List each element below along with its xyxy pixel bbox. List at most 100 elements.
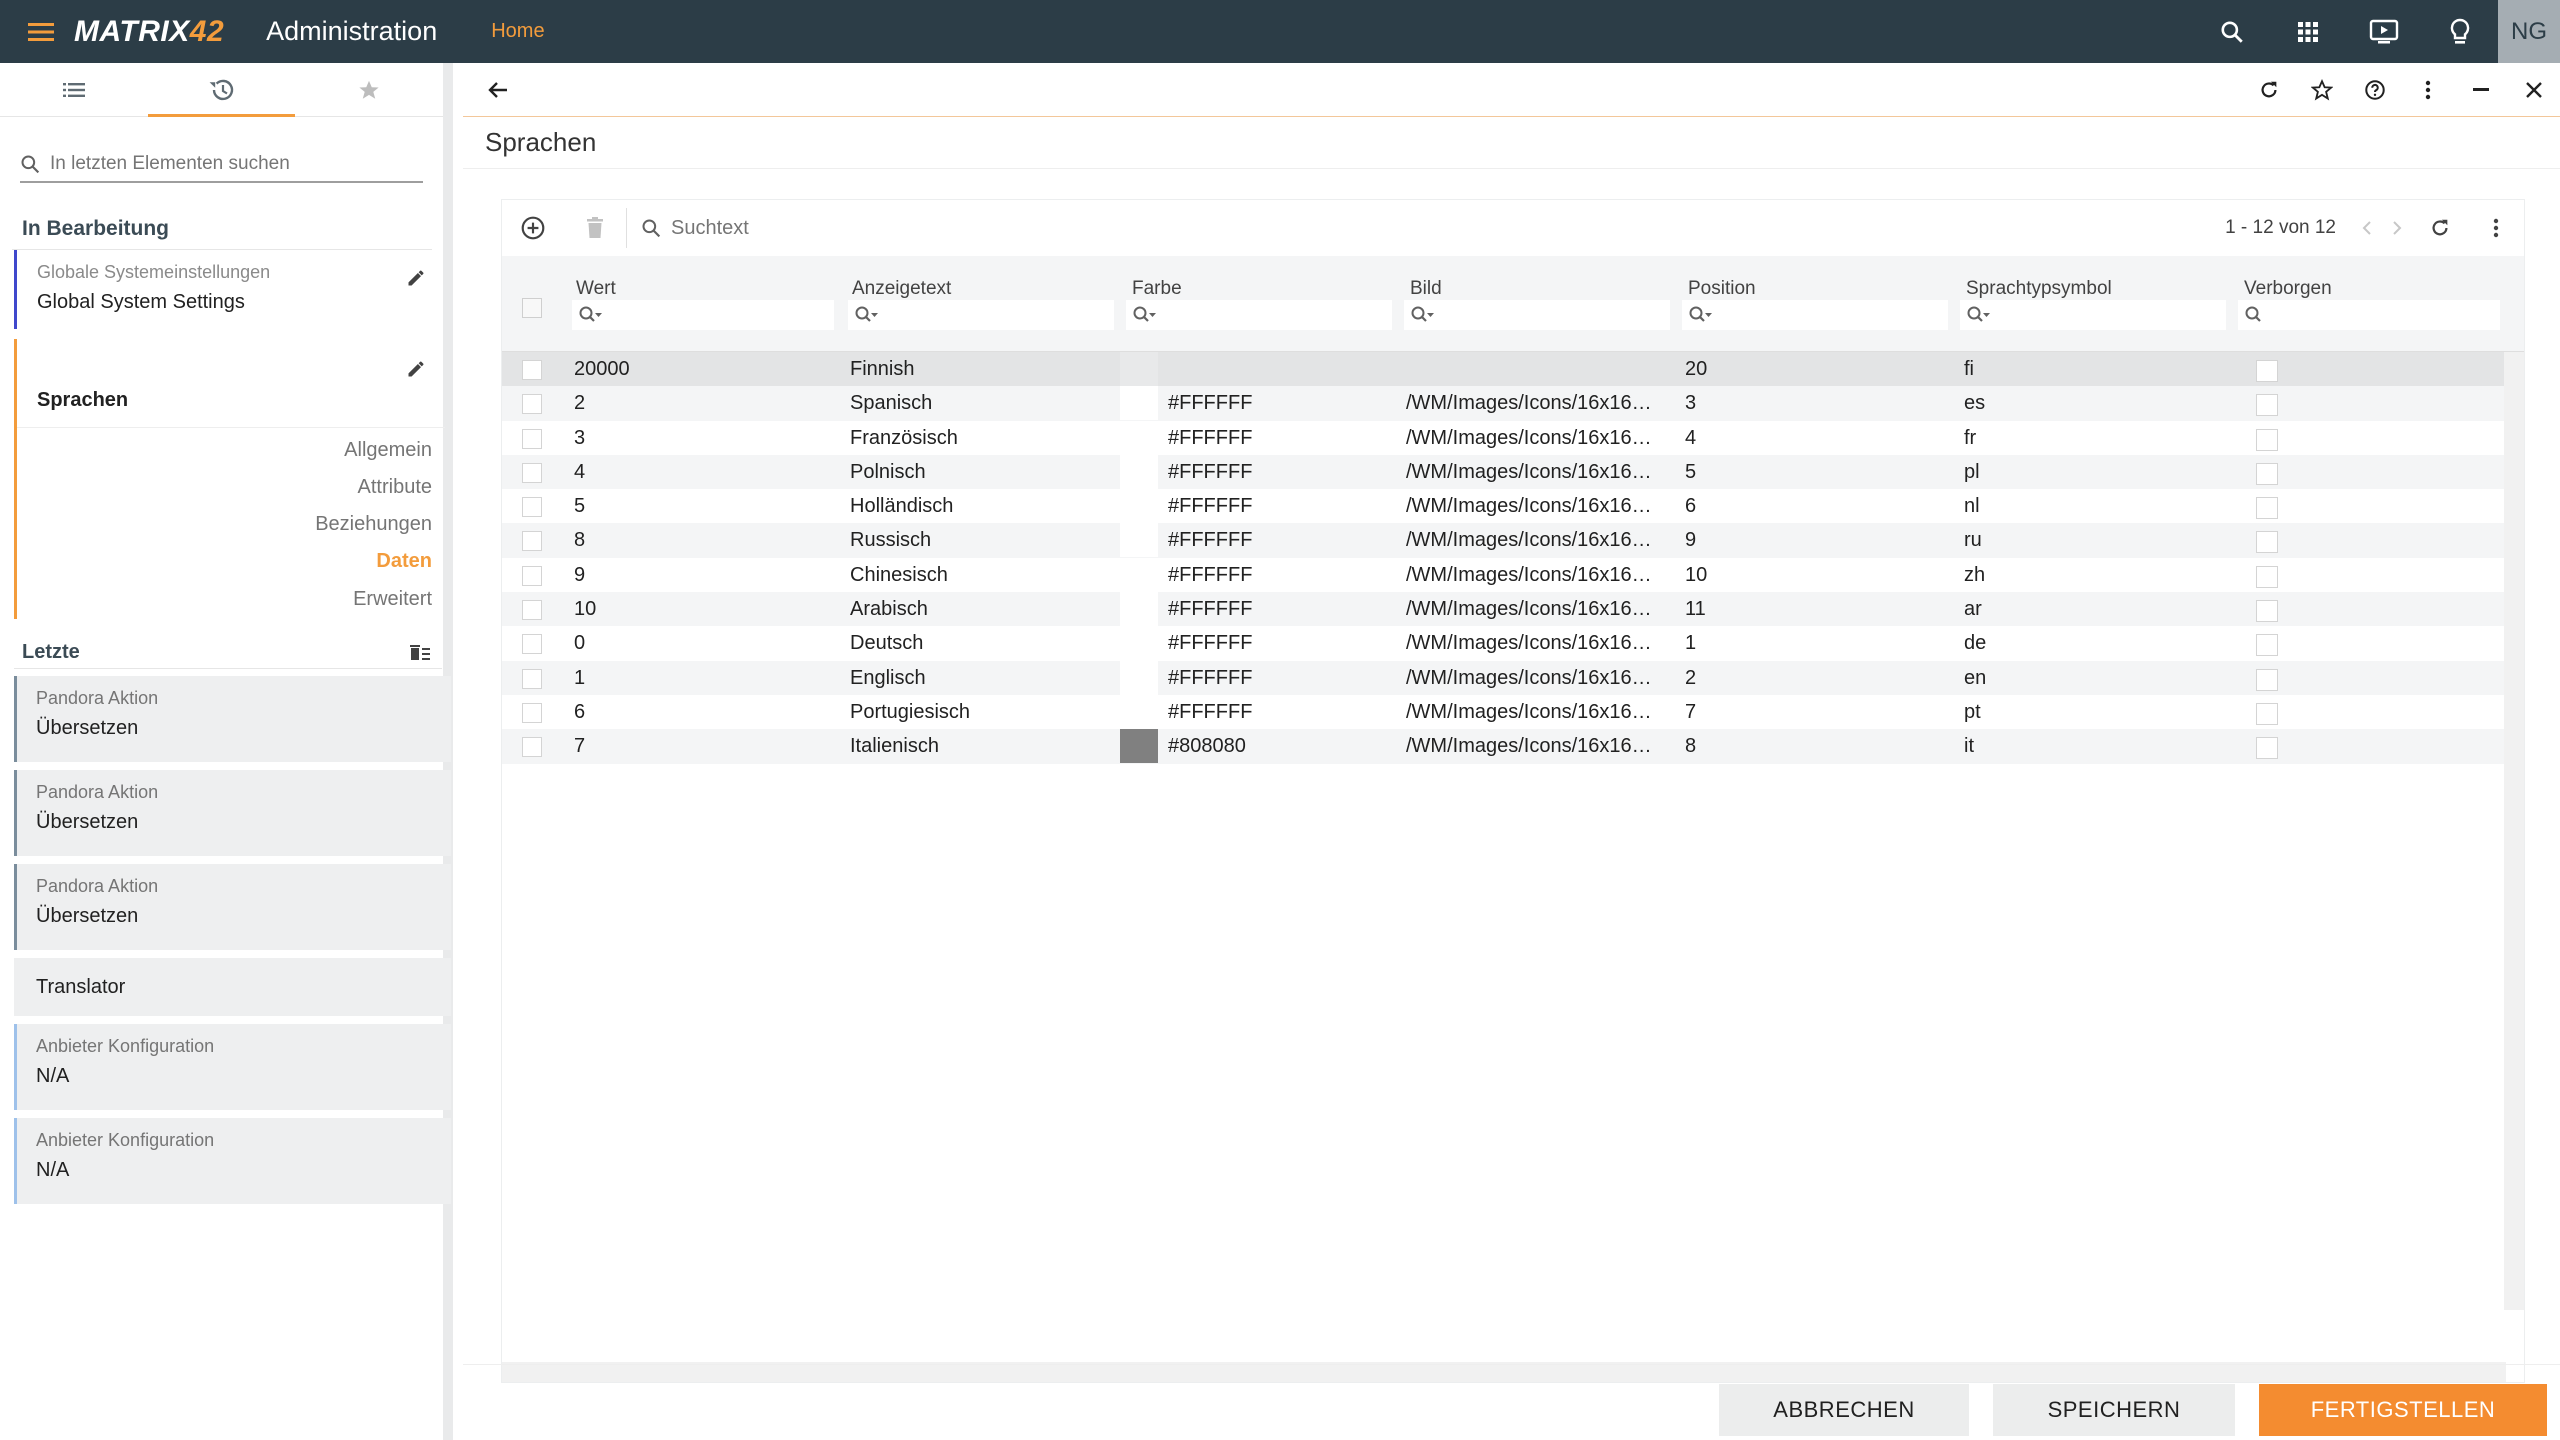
hidden-checkbox[interactable] xyxy=(2256,360,2278,382)
cell-sprachtypsymbol[interactable]: nl xyxy=(1964,495,2224,518)
subnav-daten[interactable]: Daten xyxy=(376,550,432,573)
table-row[interactable]: 8 Russisch #FFFFFF/WM/Images/Icons/16x16… 9… xyxy=(502,523,2506,558)
home-link[interactable]: Home xyxy=(491,20,544,43)
pencil-icon[interactable] xyxy=(406,268,426,288)
cell-sprachtypsymbol[interactable]: es xyxy=(1964,392,2224,415)
grid-more-icon[interactable] xyxy=(2468,200,2524,256)
cell-anzeigetext[interactable]: Polnisch xyxy=(850,461,1110,484)
row-checkbox[interactable] xyxy=(522,394,542,415)
vertical-scrollbar[interactable] xyxy=(2504,352,2524,1310)
cell-farbe[interactable]: #808080 xyxy=(1168,735,1378,758)
row-checkbox[interactable] xyxy=(522,702,542,723)
cell-position[interactable]: 20 xyxy=(1685,358,1945,381)
table-row[interactable]: 6 Portugiesisch #FFFFFF/WM/Images/Icons/16… xyxy=(502,694,2506,729)
select-all-checkbox[interactable] xyxy=(522,298,542,318)
cell-anzeigetext[interactable]: Italienisch xyxy=(850,735,1110,758)
cell-position[interactable]: 2 xyxy=(1685,667,1945,690)
cell-position[interactable]: 3 xyxy=(1685,392,1945,415)
filter-verborgen[interactable] xyxy=(2238,300,2500,330)
subnav-allgemein[interactable]: Allgemein xyxy=(344,439,432,462)
cell-wert[interactable]: 7 xyxy=(574,735,814,758)
cell-wert[interactable]: 8 xyxy=(574,529,814,552)
current-item-title[interactable]: Sprachen xyxy=(37,389,128,412)
filter-anzeigetext[interactable] xyxy=(848,300,1114,330)
cell-sprachtypsymbol[interactable]: fr xyxy=(1964,427,2224,450)
cell-bild[interactable]: /WM/Images/Icons/16x16… xyxy=(1406,461,1668,484)
row-checkbox[interactable] xyxy=(522,600,542,621)
row-checkbox[interactable] xyxy=(522,634,542,655)
table-row[interactable]: 3 Französisch #FFFFFF/WM/Images/Icons/16x1… xyxy=(502,420,2506,455)
help-icon[interactable] xyxy=(2348,63,2401,117)
favorite-star-icon[interactable] xyxy=(2295,63,2348,117)
cell-anzeigetext[interactable]: Englisch xyxy=(850,667,1110,690)
prev-page-icon[interactable] xyxy=(2352,200,2382,256)
recent-item[interactable]: Anbieter Konfiguration N/A xyxy=(14,1118,451,1204)
sidebar-search-input[interactable]: In letzten Elementen suchen xyxy=(50,153,290,175)
more-vert-icon[interactable] xyxy=(2401,63,2454,117)
cell-wert[interactable]: 20000 xyxy=(574,358,814,381)
user-avatar[interactable]: NG xyxy=(2498,0,2560,63)
cell-anzeigetext[interactable]: Finnish xyxy=(850,358,1110,381)
cell-sprachtypsymbol[interactable]: fi xyxy=(1964,358,2224,381)
cell-wert[interactable]: 10 xyxy=(574,598,814,621)
delete-row-button[interactable] xyxy=(564,200,626,256)
table-row[interactable]: 9 Chinesisch #FFFFFF/WM/Images/Icons/16x16… xyxy=(502,557,2506,592)
cell-sprachtypsymbol[interactable]: en xyxy=(1964,667,2224,690)
cell-farbe[interactable]: #FFFFFF xyxy=(1168,392,1378,415)
filter-bild[interactable] xyxy=(1404,300,1670,330)
cell-farbe[interactable]: #FFFFFF xyxy=(1168,701,1378,724)
cell-bild[interactable]: /WM/Images/Icons/16x16… xyxy=(1406,564,1668,587)
hidden-checkbox[interactable] xyxy=(2256,668,2278,691)
tab-navigation[interactable] xyxy=(0,63,148,117)
cell-position[interactable]: 5 xyxy=(1685,461,1945,484)
cell-position[interactable]: 9 xyxy=(1685,529,1945,552)
filter-position[interactable] xyxy=(1682,300,1948,330)
cell-position[interactable]: 6 xyxy=(1685,495,1945,518)
row-checkbox[interactable] xyxy=(522,462,542,483)
hidden-checkbox[interactable] xyxy=(2256,702,2278,725)
presentation-icon[interactable] xyxy=(2346,0,2422,63)
menu-icon[interactable] xyxy=(22,0,60,63)
sidebar-search-field[interactable]: In letzten Elementen suchen xyxy=(20,147,423,183)
close-icon[interactable] xyxy=(2507,63,2560,117)
cell-anzeigetext[interactable]: Russisch xyxy=(850,529,1110,552)
hidden-checkbox[interactable] xyxy=(2256,737,2278,760)
column-header-farbe[interactable]: Farbe xyxy=(1132,278,1182,300)
table-row[interactable]: 5 Holländisch #FFFFFF/WM/Images/Icons/16x1… xyxy=(502,489,2506,524)
cell-anzeigetext[interactable]: Deutsch xyxy=(850,632,1110,655)
cell-farbe[interactable]: #FFFFFF xyxy=(1168,461,1378,484)
cell-bild[interactable]: /WM/Images/Icons/16x16… xyxy=(1406,495,1668,518)
recent-item[interactable]: Pandora Aktion Übersetzen xyxy=(14,770,451,856)
cell-farbe[interactable]: #FFFFFF xyxy=(1168,427,1378,450)
cell-sprachtypsymbol[interactable]: de xyxy=(1964,632,2224,655)
cell-anzeigetext[interactable]: Chinesisch xyxy=(850,564,1110,587)
cell-bild[interactable]: /WM/Images/Icons/16x16… xyxy=(1406,529,1668,552)
cell-bild[interactable]: /WM/Images/Icons/16x16… xyxy=(1406,427,1668,450)
cell-wert[interactable]: 5 xyxy=(574,495,814,518)
save-button[interactable]: SPEICHERN xyxy=(1993,1384,2235,1436)
recent-item[interactable]: Pandora Aktion Übersetzen xyxy=(14,864,451,950)
recent-item[interactable]: Translator xyxy=(14,958,451,1016)
cell-anzeigetext[interactable]: Französisch xyxy=(850,427,1110,450)
cell-sprachtypsymbol[interactable]: pl xyxy=(1964,461,2224,484)
cell-anzeigetext[interactable]: Spanisch xyxy=(850,392,1110,415)
cell-position[interactable]: 10 xyxy=(1685,564,1945,587)
cell-bild[interactable]: /WM/Images/Icons/16x16… xyxy=(1406,598,1668,621)
refresh-icon[interactable] xyxy=(2242,63,2295,117)
apps-grid-icon[interactable] xyxy=(2270,0,2346,63)
subnav-erweitert[interactable]: Erweitert xyxy=(353,588,432,611)
row-checkbox[interactable] xyxy=(522,531,542,552)
table-row[interactable]: 20000 Finnish 20 fi xyxy=(502,352,2506,387)
row-checkbox[interactable] xyxy=(522,737,542,758)
tab-favorites[interactable] xyxy=(295,63,443,117)
subnav-attribute[interactable]: Attribute xyxy=(358,476,432,499)
grid-refresh-icon[interactable] xyxy=(2412,200,2468,256)
row-checkbox[interactable] xyxy=(522,360,542,380)
hidden-checkbox[interactable] xyxy=(2256,394,2278,417)
hidden-checkbox[interactable] xyxy=(2256,428,2278,451)
hidden-checkbox[interactable] xyxy=(2256,565,2278,588)
hidden-checkbox[interactable] xyxy=(2256,462,2278,485)
table-row[interactable]: 4 Polnisch #FFFFFF/WM/Images/Icons/16x16… 5… xyxy=(502,454,2506,490)
finish-button[interactable]: FERTIGSTELLEN xyxy=(2259,1384,2547,1436)
grid-search-field[interactable]: Suchtext xyxy=(641,217,749,240)
